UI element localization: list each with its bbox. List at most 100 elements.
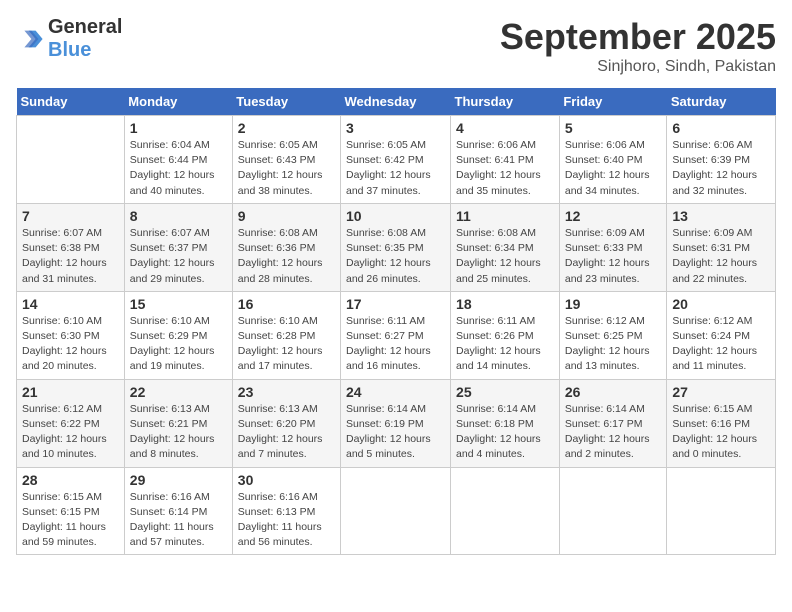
weekday-header: Wednesday — [341, 88, 451, 116]
day-detail: Sunrise: 6:08 AMSunset: 6:36 PMDaylight:… — [238, 227, 323, 285]
day-detail: Sunrise: 6:07 AMSunset: 6:38 PMDaylight:… — [22, 227, 107, 285]
calendar-day-cell: 8 Sunrise: 6:07 AMSunset: 6:37 PMDayligh… — [124, 203, 232, 291]
day-number: 20 — [672, 296, 770, 312]
day-detail: Sunrise: 6:04 AMSunset: 6:44 PMDaylight:… — [130, 139, 215, 197]
calendar-day-cell: 12 Sunrise: 6:09 AMSunset: 6:33 PMDaylig… — [559, 203, 667, 291]
day-detail: Sunrise: 6:14 AMSunset: 6:18 PMDaylight:… — [456, 403, 541, 461]
calendar-day-cell: 6 Sunrise: 6:06 AMSunset: 6:39 PMDayligh… — [667, 116, 776, 204]
weekday-header: Saturday — [667, 88, 776, 116]
calendar-day-cell: 30 Sunrise: 6:16 AMSunset: 6:13 PMDaylig… — [232, 467, 340, 555]
day-number: 27 — [672, 384, 770, 400]
day-detail: Sunrise: 6:11 AMSunset: 6:27 PMDaylight:… — [346, 315, 431, 373]
day-number: 14 — [22, 296, 119, 312]
weekday-header: Friday — [559, 88, 667, 116]
logo-icon — [16, 25, 44, 53]
day-number: 1 — [130, 120, 227, 136]
day-detail: Sunrise: 6:06 AMSunset: 6:41 PMDaylight:… — [456, 139, 541, 197]
day-detail: Sunrise: 6:13 AMSunset: 6:21 PMDaylight:… — [130, 403, 215, 461]
calendar-day-cell: 17 Sunrise: 6:11 AMSunset: 6:27 PMDaylig… — [341, 291, 451, 379]
weekday-header: Tuesday — [232, 88, 340, 116]
day-number: 30 — [238, 472, 335, 488]
day-detail: Sunrise: 6:10 AMSunset: 6:30 PMDaylight:… — [22, 315, 107, 373]
calendar-week-row: 14 Sunrise: 6:10 AMSunset: 6:30 PMDaylig… — [17, 291, 776, 379]
day-detail: Sunrise: 6:15 AMSunset: 6:16 PMDaylight:… — [672, 403, 757, 461]
calendar-day-cell: 24 Sunrise: 6:14 AMSunset: 6:19 PMDaylig… — [341, 379, 451, 467]
calendar-day-cell: 20 Sunrise: 6:12 AMSunset: 6:24 PMDaylig… — [667, 291, 776, 379]
day-number: 25 — [456, 384, 554, 400]
day-number: 29 — [130, 472, 227, 488]
calendar-day-cell: 3 Sunrise: 6:05 AMSunset: 6:42 PMDayligh… — [341, 116, 451, 204]
day-detail: Sunrise: 6:06 AMSunset: 6:40 PMDaylight:… — [565, 139, 650, 197]
calendar-day-cell: 14 Sunrise: 6:10 AMSunset: 6:30 PMDaylig… — [17, 291, 125, 379]
calendar-week-row: 28 Sunrise: 6:15 AMSunset: 6:15 PMDaylig… — [17, 467, 776, 555]
weekday-header: Thursday — [451, 88, 560, 116]
logo-general: General — [48, 16, 122, 38]
calendar-day-cell: 25 Sunrise: 6:14 AMSunset: 6:18 PMDaylig… — [451, 379, 560, 467]
calendar-day-cell: 5 Sunrise: 6:06 AMSunset: 6:40 PMDayligh… — [559, 116, 667, 204]
calendar-day-cell — [451, 467, 560, 555]
calendar-week-row: 21 Sunrise: 6:12 AMSunset: 6:22 PMDaylig… — [17, 379, 776, 467]
calendar-day-cell: 28 Sunrise: 6:15 AMSunset: 6:15 PMDaylig… — [17, 467, 125, 555]
calendar-day-cell: 9 Sunrise: 6:08 AMSunset: 6:36 PMDayligh… — [232, 203, 340, 291]
day-number: 17 — [346, 296, 445, 312]
day-detail: Sunrise: 6:05 AMSunset: 6:42 PMDaylight:… — [346, 139, 431, 197]
day-number: 16 — [238, 296, 335, 312]
day-number: 19 — [565, 296, 662, 312]
day-detail: Sunrise: 6:07 AMSunset: 6:37 PMDaylight:… — [130, 227, 215, 285]
day-detail: Sunrise: 6:08 AMSunset: 6:35 PMDaylight:… — [346, 227, 431, 285]
logo-text: General Blue — [48, 16, 122, 62]
day-detail: Sunrise: 6:09 AMSunset: 6:31 PMDaylight:… — [672, 227, 757, 285]
calendar-day-cell — [667, 467, 776, 555]
day-number: 8 — [130, 208, 227, 224]
calendar-week-row: 7 Sunrise: 6:07 AMSunset: 6:38 PMDayligh… — [17, 203, 776, 291]
day-detail: Sunrise: 6:12 AMSunset: 6:25 PMDaylight:… — [565, 315, 650, 373]
calendar-day-cell: 16 Sunrise: 6:10 AMSunset: 6:28 PMDaylig… — [232, 291, 340, 379]
calendar-day-cell — [17, 116, 125, 204]
location-title: Sinjhoro, Sindh, Pakistan — [500, 58, 776, 76]
calendar-day-cell: 29 Sunrise: 6:16 AMSunset: 6:14 PMDaylig… — [124, 467, 232, 555]
day-number: 26 — [565, 384, 662, 400]
day-number: 7 — [22, 208, 119, 224]
calendar-day-cell: 11 Sunrise: 6:08 AMSunset: 6:34 PMDaylig… — [451, 203, 560, 291]
logo-blue: Blue — [48, 39, 91, 61]
day-detail: Sunrise: 6:05 AMSunset: 6:43 PMDaylight:… — [238, 139, 323, 197]
day-detail: Sunrise: 6:14 AMSunset: 6:17 PMDaylight:… — [565, 403, 650, 461]
calendar-day-cell: 10 Sunrise: 6:08 AMSunset: 6:35 PMDaylig… — [341, 203, 451, 291]
page-header: General Blue September 2025 Sinjhoro, Si… — [16, 16, 776, 76]
calendar-day-cell — [559, 467, 667, 555]
day-detail: Sunrise: 6:12 AMSunset: 6:22 PMDaylight:… — [22, 403, 107, 461]
day-detail: Sunrise: 6:06 AMSunset: 6:39 PMDaylight:… — [672, 139, 757, 197]
calendar-day-cell: 18 Sunrise: 6:11 AMSunset: 6:26 PMDaylig… — [451, 291, 560, 379]
day-detail: Sunrise: 6:13 AMSunset: 6:20 PMDaylight:… — [238, 403, 323, 461]
day-number: 28 — [22, 472, 119, 488]
weekday-header: Monday — [124, 88, 232, 116]
calendar-day-cell: 13 Sunrise: 6:09 AMSunset: 6:31 PMDaylig… — [667, 203, 776, 291]
day-number: 21 — [22, 384, 119, 400]
weekday-header: Sunday — [17, 88, 125, 116]
calendar-day-cell — [341, 467, 451, 555]
day-detail: Sunrise: 6:15 AMSunset: 6:15 PMDaylight:… — [22, 491, 106, 549]
calendar-day-cell: 23 Sunrise: 6:13 AMSunset: 6:20 PMDaylig… — [232, 379, 340, 467]
day-detail: Sunrise: 6:16 AMSunset: 6:13 PMDaylight:… — [238, 491, 322, 549]
day-number: 15 — [130, 296, 227, 312]
day-number: 9 — [238, 208, 335, 224]
weekday-header-row: SundayMondayTuesdayWednesdayThursdayFrid… — [17, 88, 776, 116]
day-number: 23 — [238, 384, 335, 400]
calendar-day-cell: 1 Sunrise: 6:04 AMSunset: 6:44 PMDayligh… — [124, 116, 232, 204]
day-number: 5 — [565, 120, 662, 136]
day-number: 10 — [346, 208, 445, 224]
day-number: 3 — [346, 120, 445, 136]
calendar-table: SundayMondayTuesdayWednesdayThursdayFrid… — [16, 88, 776, 555]
day-detail: Sunrise: 6:09 AMSunset: 6:33 PMDaylight:… — [565, 227, 650, 285]
calendar-day-cell: 2 Sunrise: 6:05 AMSunset: 6:43 PMDayligh… — [232, 116, 340, 204]
day-number: 22 — [130, 384, 227, 400]
calendar-day-cell: 22 Sunrise: 6:13 AMSunset: 6:21 PMDaylig… — [124, 379, 232, 467]
day-number: 13 — [672, 208, 770, 224]
calendar-day-cell: 19 Sunrise: 6:12 AMSunset: 6:25 PMDaylig… — [559, 291, 667, 379]
day-detail: Sunrise: 6:16 AMSunset: 6:14 PMDaylight:… — [130, 491, 214, 549]
logo: General Blue — [16, 16, 122, 62]
day-detail: Sunrise: 6:14 AMSunset: 6:19 PMDaylight:… — [346, 403, 431, 461]
title-block: September 2025 Sinjhoro, Sindh, Pakistan — [500, 16, 776, 76]
calendar-day-cell: 15 Sunrise: 6:10 AMSunset: 6:29 PMDaylig… — [124, 291, 232, 379]
day-number: 4 — [456, 120, 554, 136]
